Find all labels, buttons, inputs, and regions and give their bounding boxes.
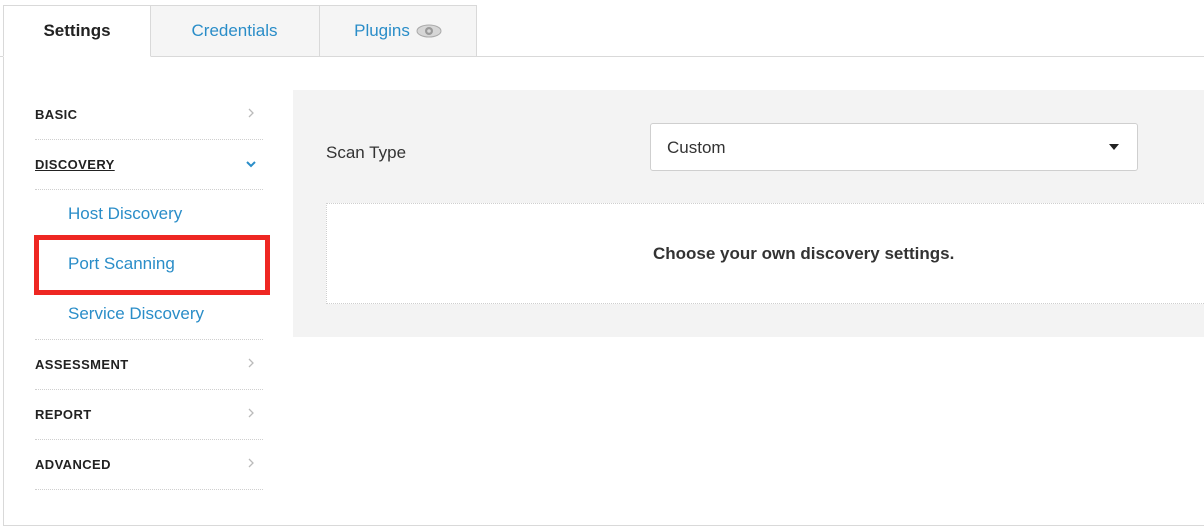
tab-plugins[interactable]: Plugins (319, 5, 477, 57)
sidebar-item-service-discovery[interactable]: Service Discovery (35, 290, 263, 340)
sidebar-section-advanced[interactable]: ADVANCED (35, 440, 263, 490)
scan-type-description-box: Choose your own discovery settings. (326, 203, 1204, 304)
tab-credentials[interactable]: Credentials (150, 5, 320, 57)
sidebar-section-label: REPORT (35, 407, 92, 422)
sidebar-item-label: Host Discovery (68, 204, 183, 223)
sidebar-section-report[interactable]: REPORT (35, 390, 263, 440)
chevron-right-icon (245, 356, 257, 370)
tab-bar: Settings Credentials Plugins (0, 0, 1204, 57)
tab-credentials-label: Credentials (191, 21, 278, 40)
sidebar-section-discovery[interactable]: DISCOVERY (35, 140, 263, 190)
sidebar-item-host-discovery[interactable]: Host Discovery (35, 190, 263, 240)
chevron-right-icon (245, 406, 257, 420)
scan-type-select[interactable]: Custom (650, 123, 1138, 171)
sidebar-section-label: ASSESSMENT (35, 357, 129, 372)
sidebar-item-port-scanning[interactable]: Port Scanning (35, 240, 263, 290)
scan-type-description: Choose your own discovery settings. (653, 244, 955, 263)
chevron-right-icon (245, 456, 257, 470)
eye-icon (416, 24, 442, 38)
tab-plugins-label: Plugins (354, 21, 410, 40)
chevron-right-icon (245, 106, 257, 120)
scan-settings-page: Settings Credentials Plugins BASIC DISCO… (0, 0, 1204, 531)
sidebar-section-assessment[interactable]: ASSESSMENT (35, 340, 263, 390)
settings-sidebar: BASIC DISCOVERY Host Discovery Port Scan… (35, 90, 263, 490)
sidebar-item-label: Port Scanning (68, 254, 175, 273)
sidebar-section-label: ADVANCED (35, 457, 111, 472)
chevron-down-icon (245, 156, 257, 170)
caret-down-icon (1109, 144, 1119, 150)
tab-settings[interactable]: Settings (3, 5, 151, 57)
tab-settings-label: Settings (43, 21, 111, 40)
scan-type-selected-value: Custom (667, 138, 726, 157)
scan-type-label: Scan Type (326, 143, 407, 162)
sidebar-section-label: BASIC (35, 107, 78, 122)
sidebar-section-label: DISCOVERY (35, 157, 115, 172)
discovery-settings-panel: Scan Type Custom Choose your own discove… (293, 90, 1204, 337)
sidebar-section-basic[interactable]: BASIC (35, 90, 263, 140)
sidebar-item-label: Service Discovery (68, 304, 205, 323)
